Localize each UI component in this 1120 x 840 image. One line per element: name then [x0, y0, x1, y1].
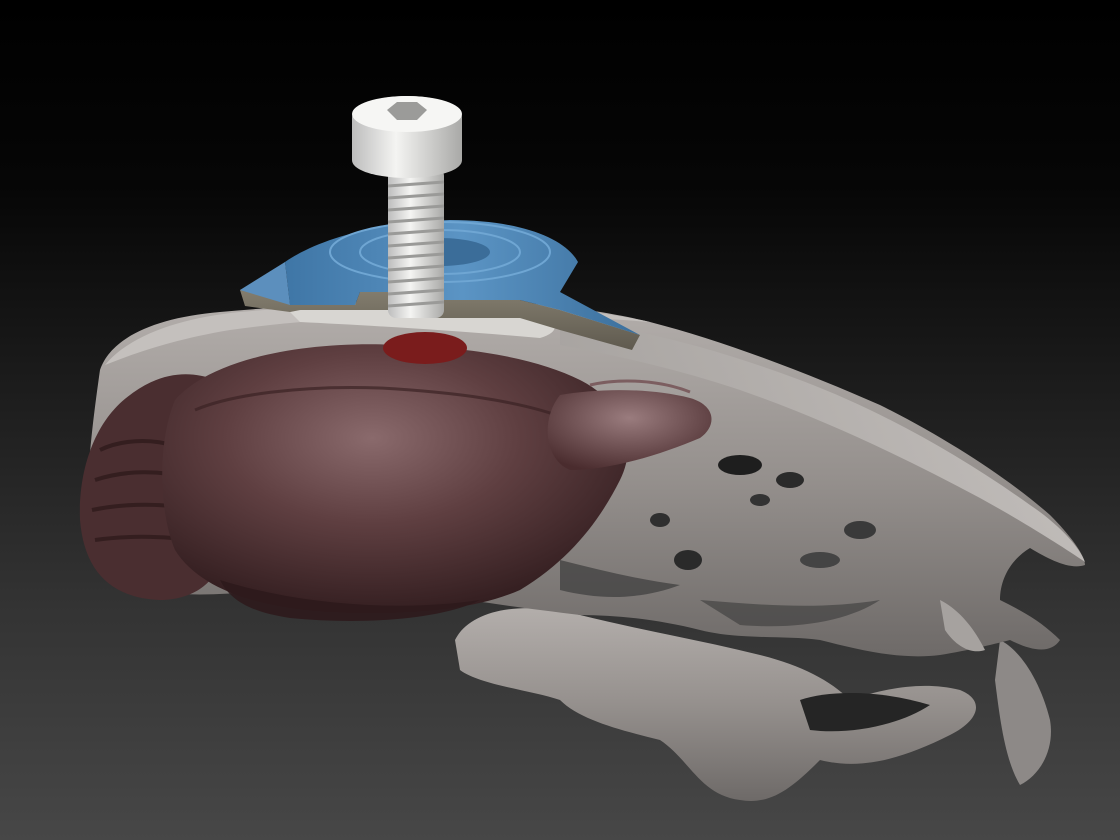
implant-site: [383, 332, 467, 364]
render-viewport: [0, 0, 1120, 840]
skull-render: [79, 96, 1086, 801]
